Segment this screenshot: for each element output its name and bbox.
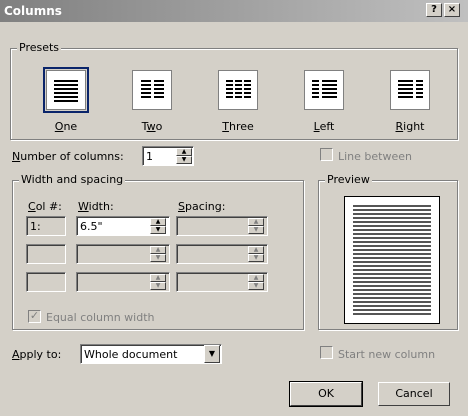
spacing-spinner-1: ▲ ▼ — [248, 218, 264, 234]
help-button[interactable]: ? — [426, 3, 442, 17]
preset-two-label: Two — [141, 120, 163, 133]
spin-down-icon: ▼ — [150, 254, 166, 262]
spin-down-icon: ▼ — [248, 282, 264, 290]
line-between-label: Line between — [338, 150, 412, 163]
equal-column-width-checkbox[interactable]: ✓ — [28, 310, 41, 323]
preset-one-label: One — [54, 120, 78, 133]
width-header: Width: — [78, 200, 114, 213]
width-spinner-2: ▲ ▼ — [150, 246, 166, 262]
spin-down-icon: ▼ — [248, 254, 264, 262]
preset-left-label: Left — [313, 120, 335, 133]
apply-to-label: Apply to: — [12, 348, 62, 361]
ok-button[interactable]: OK — [289, 381, 363, 407]
preset-right-label: Right — [395, 120, 425, 133]
spin-down-icon[interactable]: ▼ — [176, 156, 192, 164]
number-of-columns-spinner[interactable]: ▲ ▼ — [176, 148, 192, 164]
width-spacing-group-label: Width and spacing — [19, 173, 126, 186]
width-spinner-3: ▲ ▼ — [150, 274, 166, 290]
col-number-3 — [26, 272, 66, 292]
presets-group-label: Presets — [17, 41, 62, 54]
close-button[interactable]: × — [444, 3, 460, 17]
preset-left-button[interactable] — [304, 70, 344, 110]
spin-up-icon[interactable]: ▲ — [150, 218, 166, 226]
spin-up-icon: ▲ — [150, 246, 166, 254]
title-bar: Columns ? × — [0, 0, 468, 22]
number-of-columns-label: Number of columns: — [12, 150, 124, 163]
preset-right-button[interactable] — [390, 70, 430, 110]
preset-two-button[interactable] — [132, 70, 172, 110]
spin-down-icon[interactable]: ▼ — [150, 226, 166, 234]
spin-up-icon: ▲ — [248, 218, 264, 226]
col-number-1: 1: — [26, 216, 66, 236]
spin-up-icon: ▲ — [150, 274, 166, 282]
help-icon: ? — [431, 4, 437, 15]
line-between-checkbox[interactable] — [320, 148, 333, 161]
spin-up-icon: ▲ — [248, 246, 264, 254]
preset-one-button[interactable] — [43, 67, 89, 113]
preview-group-label: Preview — [325, 173, 372, 186]
spin-up-icon[interactable]: ▲ — [176, 148, 192, 156]
col-header: Col #: — [28, 200, 62, 213]
window-title: Columns — [4, 4, 62, 18]
width-spinner-1[interactable]: ▲ ▼ — [150, 218, 166, 234]
spin-up-icon: ▲ — [248, 274, 264, 282]
equal-column-width-label: Equal column width — [46, 311, 155, 324]
spin-down-icon: ▼ — [248, 226, 264, 234]
spin-down-icon: ▼ — [150, 282, 166, 290]
start-new-column-label: Start new column — [338, 348, 436, 361]
spacing-header: Spacing: — [178, 200, 226, 213]
start-new-column-checkbox[interactable] — [320, 346, 333, 359]
col-number-2 — [26, 244, 66, 264]
preset-three-button[interactable] — [218, 70, 258, 110]
preset-three-label: Three — [222, 120, 254, 133]
apply-to-select[interactable]: Whole document — [80, 344, 222, 364]
apply-to-dropdown-button[interactable]: ▼ — [204, 345, 220, 363]
spacing-spinner-2: ▲ ▼ — [248, 246, 264, 262]
preview-page — [344, 196, 440, 324]
cancel-button[interactable]: Cancel — [378, 382, 450, 406]
close-icon: × — [447, 4, 457, 15]
spacing-spinner-3: ▲ ▼ — [248, 274, 264, 290]
chevron-down-icon: ▼ — [208, 349, 216, 358]
